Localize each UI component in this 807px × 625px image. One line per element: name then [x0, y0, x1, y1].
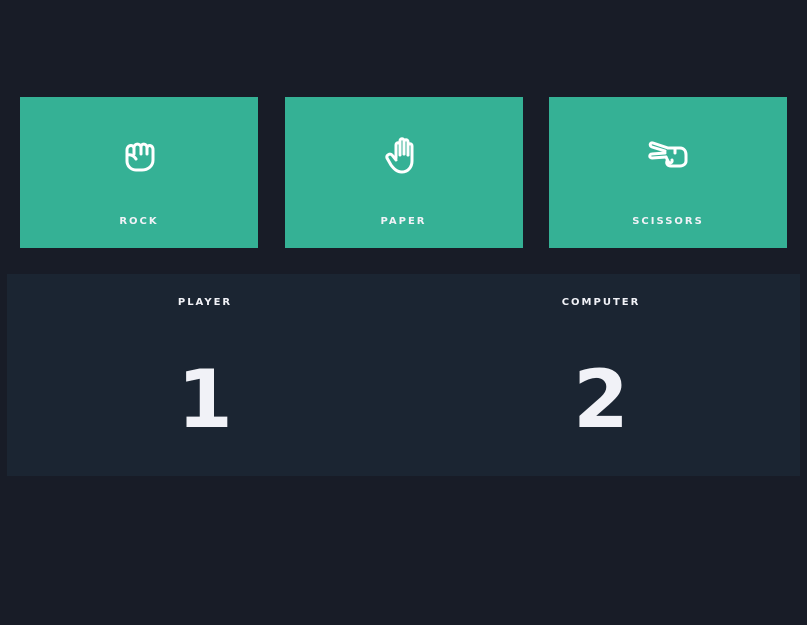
paper-hand-icon [382, 133, 426, 177]
computer-score: 2 [573, 353, 629, 446]
paper-button[interactable]: PAPER [284, 97, 523, 248]
player-score-panel: PLAYER 1 [125, 274, 285, 476]
computer-label: COMPUTER [561, 297, 641, 308]
rock-label: ROCK [119, 216, 159, 227]
rock-button[interactable]: ROCK [20, 97, 258, 248]
scissors-hand-icon [646, 133, 690, 177]
choice-buttons: ROCK PAPER SCISSORS [20, 97, 787, 248]
rock-hand-icon [117, 133, 161, 177]
paper-label: PAPER [380, 216, 427, 227]
scoreboard: PLAYER 1 COMPUTER 2 [7, 274, 800, 476]
player-score: 1 [177, 353, 233, 446]
player-label: PLAYER [177, 297, 233, 308]
scissors-button[interactable]: SCISSORS [549, 97, 787, 248]
computer-score-panel: COMPUTER 2 [521, 274, 681, 476]
scissors-label: SCISSORS [632, 216, 704, 227]
